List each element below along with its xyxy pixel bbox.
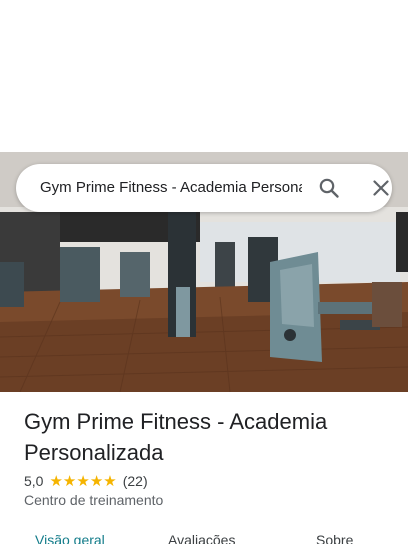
star-icon: ★ [62,472,77,490]
star-icon: ★ [76,472,90,490]
star-icon: ★ [49,472,63,490]
place-page: Gym Prime Fitness - Academia Personaliza… [0,0,408,544]
tab-about[interactable]: Sobre [316,532,353,544]
star-icon: ★ [89,472,104,490]
place-title: Gym Prime Fitness - Academia Personaliza… [24,409,328,465]
place-category[interactable]: Centro de treinamento [24,492,163,508]
star-rating: ★ ★ ★ ★ ★ [49,474,116,489]
place-tabs: Visão geral Avaliações Sobre [0,526,408,544]
search-icon[interactable] [317,176,341,200]
rating-value: 5,0 [24,473,44,489]
tab-overview[interactable]: Visão geral [35,532,105,544]
search-bar[interactable]: Gym Prime Fitness - Academia Personaliza… [16,164,392,212]
review-count[interactable]: (22) [123,473,148,489]
close-icon[interactable] [369,176,393,200]
rating-row[interactable]: 5,0 ★ ★ ★ ★ ★ (22) [24,471,148,491]
star-icon: ★ [103,472,117,490]
tab-reviews[interactable]: Avaliações [168,532,235,544]
search-input[interactable]: Gym Prime Fitness - Academia Personaliza… [40,164,302,212]
